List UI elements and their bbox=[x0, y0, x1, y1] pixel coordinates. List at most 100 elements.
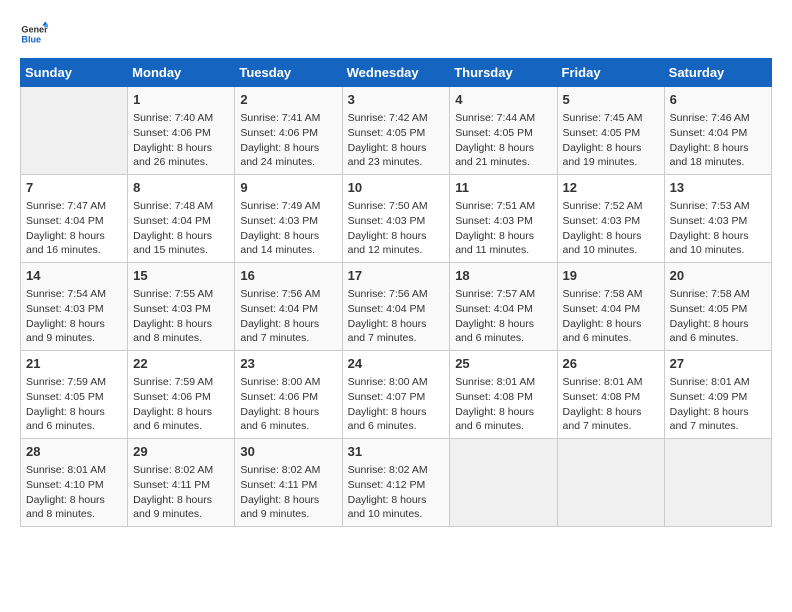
day-info: Sunrise: 8:02 AMSunset: 4:11 PMDaylight:… bbox=[133, 463, 229, 522]
calendar-cell bbox=[557, 439, 664, 527]
day-number: 14 bbox=[26, 267, 122, 285]
day-number: 4 bbox=[455, 91, 551, 109]
day-info: Sunrise: 8:00 AMSunset: 4:06 PMDaylight:… bbox=[240, 375, 336, 434]
calendar-week-row: 1 Sunrise: 7:40 AMSunset: 4:06 PMDaylight… bbox=[21, 87, 772, 175]
day-info: Sunrise: 7:41 AMSunset: 4:06 PMDaylight:… bbox=[240, 111, 336, 170]
day-number: 11 bbox=[455, 179, 551, 197]
weekday-header-thursday: Thursday bbox=[450, 59, 557, 87]
day-info: Sunrise: 7:58 AMSunset: 4:04 PMDaylight:… bbox=[563, 287, 659, 346]
calendar-cell: 23 Sunrise: 8:00 AMSunset: 4:06 PMDayligh… bbox=[235, 351, 342, 439]
day-info: Sunrise: 7:45 AMSunset: 4:05 PMDaylight:… bbox=[563, 111, 659, 170]
calendar-cell: 18 Sunrise: 7:57 AMSunset: 4:04 PMDayligh… bbox=[450, 263, 557, 351]
calendar-cell: 19 Sunrise: 7:58 AMSunset: 4:04 PMDayligh… bbox=[557, 263, 664, 351]
calendar-cell: 1 Sunrise: 7:40 AMSunset: 4:06 PMDaylight… bbox=[128, 87, 235, 175]
weekday-header-tuesday: Tuesday bbox=[235, 59, 342, 87]
day-info: Sunrise: 7:56 AMSunset: 4:04 PMDaylight:… bbox=[348, 287, 445, 346]
day-number: 17 bbox=[348, 267, 445, 285]
day-info: Sunrise: 8:01 AMSunset: 4:09 PMDaylight:… bbox=[670, 375, 766, 434]
calendar-cell bbox=[21, 87, 128, 175]
day-number: 12 bbox=[563, 179, 659, 197]
weekday-header-sunday: Sunday bbox=[21, 59, 128, 87]
calendar-cell: 17 Sunrise: 7:56 AMSunset: 4:04 PMDayligh… bbox=[342, 263, 450, 351]
calendar-cell: 9Sunrise: 7:49 AMSunset: 4:03 PMDaylight… bbox=[235, 175, 342, 263]
calendar-cell bbox=[450, 439, 557, 527]
day-number: 23 bbox=[240, 355, 336, 373]
calendar-cell: 20Sunrise: 7:58 AMSunset: 4:05 PMDayligh… bbox=[664, 263, 771, 351]
day-info: Sunrise: 7:42 AMSunset: 4:05 PMDaylight:… bbox=[348, 111, 445, 170]
day-info: Sunrise: 7:57 AMSunset: 4:04 PMDaylight:… bbox=[455, 287, 551, 346]
weekday-header-wednesday: Wednesday bbox=[342, 59, 450, 87]
day-number: 1 bbox=[133, 91, 229, 109]
day-number: 19 bbox=[563, 267, 659, 285]
day-number: 3 bbox=[348, 91, 445, 109]
day-number: 31 bbox=[348, 443, 445, 461]
day-info: Sunrise: 7:47 AMSunset: 4:04 PMDaylight:… bbox=[26, 199, 122, 258]
day-info: Sunrise: 7:50 AMSunset: 4:03 PMDaylight:… bbox=[348, 199, 445, 258]
day-info: Sunrise: 7:48 AMSunset: 4:04 PMDaylight:… bbox=[133, 199, 229, 258]
calendar-cell: 4Sunrise: 7:44 AMSunset: 4:05 PMDaylight… bbox=[450, 87, 557, 175]
calendar-cell: 2 Sunrise: 7:41 AMSunset: 4:06 PMDaylight… bbox=[235, 87, 342, 175]
day-info: Sunrise: 7:56 AMSunset: 4:04 PMDaylight:… bbox=[240, 287, 336, 346]
calendar-table: SundayMondayTuesdayWednesdayThursdayFrid… bbox=[20, 58, 772, 527]
day-info: Sunrise: 7:55 AMSunset: 4:03 PMDaylight:… bbox=[133, 287, 229, 346]
logo-icon: General Blue bbox=[20, 20, 48, 48]
day-number: 30 bbox=[240, 443, 336, 461]
day-number: 24 bbox=[348, 355, 445, 373]
calendar-cell: 29 Sunrise: 8:02 AMSunset: 4:11 PMDayligh… bbox=[128, 439, 235, 527]
calendar-cell: 25Sunrise: 8:01 AMSunset: 4:08 PMDayligh… bbox=[450, 351, 557, 439]
calendar-cell: 27 Sunrise: 8:01 AMSunset: 4:09 PMDayligh… bbox=[664, 351, 771, 439]
day-number: 5 bbox=[563, 91, 659, 109]
calendar-week-row: 14 Sunrise: 7:54 AMSunset: 4:03 PMDayligh… bbox=[21, 263, 772, 351]
calendar-cell: 6Sunrise: 7:46 AMSunset: 4:04 PMDaylight… bbox=[664, 87, 771, 175]
day-info: Sunrise: 7:54 AMSunset: 4:03 PMDaylight:… bbox=[26, 287, 122, 346]
day-number: 10 bbox=[348, 179, 445, 197]
day-number: 13 bbox=[670, 179, 766, 197]
day-number: 29 bbox=[133, 443, 229, 461]
day-info: Sunrise: 7:59 AMSunset: 4:06 PMDaylight:… bbox=[133, 375, 229, 434]
day-info: Sunrise: 8:02 AMSunset: 4:12 PMDaylight:… bbox=[348, 463, 445, 522]
calendar-cell: 26 Sunrise: 8:01 AMSunset: 4:08 PMDayligh… bbox=[557, 351, 664, 439]
calendar-week-row: 7 Sunrise: 7:47 AMSunset: 4:04 PMDaylight… bbox=[21, 175, 772, 263]
weekday-header-saturday: Saturday bbox=[664, 59, 771, 87]
calendar-cell: 3 Sunrise: 7:42 AMSunset: 4:05 PMDaylight… bbox=[342, 87, 450, 175]
day-info: Sunrise: 7:46 AMSunset: 4:04 PMDaylight:… bbox=[670, 111, 766, 170]
day-number: 2 bbox=[240, 91, 336, 109]
weekday-header-row: SundayMondayTuesdayWednesdayThursdayFrid… bbox=[21, 59, 772, 87]
calendar-cell: 5 Sunrise: 7:45 AMSunset: 4:05 PMDaylight… bbox=[557, 87, 664, 175]
svg-text:General: General bbox=[21, 25, 48, 35]
calendar-cell: 10 Sunrise: 7:50 AMSunset: 4:03 PMDayligh… bbox=[342, 175, 450, 263]
day-number: 16 bbox=[240, 267, 336, 285]
day-number: 20 bbox=[670, 267, 766, 285]
calendar-cell: 13 Sunrise: 7:53 AMSunset: 4:03 PMDayligh… bbox=[664, 175, 771, 263]
calendar-cell: 21Sunrise: 7:59 AMSunset: 4:05 PMDayligh… bbox=[21, 351, 128, 439]
day-number: 27 bbox=[670, 355, 766, 373]
day-number: 18 bbox=[455, 267, 551, 285]
svg-text:Blue: Blue bbox=[21, 34, 41, 44]
day-info: Sunrise: 7:53 AMSunset: 4:03 PMDaylight:… bbox=[670, 199, 766, 258]
calendar-cell: 11 Sunrise: 7:51 AMSunset: 4:03 PMDayligh… bbox=[450, 175, 557, 263]
day-info: Sunrise: 7:59 AMSunset: 4:05 PMDaylight:… bbox=[26, 375, 122, 434]
calendar-cell bbox=[664, 439, 771, 527]
logo: General Blue bbox=[20, 20, 52, 48]
calendar-cell: 28Sunrise: 8:01 AMSunset: 4:10 PMDayligh… bbox=[21, 439, 128, 527]
calendar-cell: 30Sunrise: 8:02 AMSunset: 4:11 PMDayligh… bbox=[235, 439, 342, 527]
calendar-cell: 7 Sunrise: 7:47 AMSunset: 4:04 PMDaylight… bbox=[21, 175, 128, 263]
calendar-cell: 15 Sunrise: 7:55 AMSunset: 4:03 PMDayligh… bbox=[128, 263, 235, 351]
calendar-cell: 31 Sunrise: 8:02 AMSunset: 4:12 PMDayligh… bbox=[342, 439, 450, 527]
calendar-week-row: 28Sunrise: 8:01 AMSunset: 4:10 PMDayligh… bbox=[21, 439, 772, 527]
day-info: Sunrise: 7:52 AMSunset: 4:03 PMDaylight:… bbox=[563, 199, 659, 258]
day-number: 7 bbox=[26, 179, 122, 197]
day-number: 15 bbox=[133, 267, 229, 285]
day-info: Sunrise: 8:00 AMSunset: 4:07 PMDaylight:… bbox=[348, 375, 445, 434]
calendar-cell: 8 Sunrise: 7:48 AMSunset: 4:04 PMDaylight… bbox=[128, 175, 235, 263]
calendar-cell: 14 Sunrise: 7:54 AMSunset: 4:03 PMDayligh… bbox=[21, 263, 128, 351]
day-number: 26 bbox=[563, 355, 659, 373]
calendar-cell: 24 Sunrise: 8:00 AMSunset: 4:07 PMDayligh… bbox=[342, 351, 450, 439]
day-number: 8 bbox=[133, 179, 229, 197]
day-number: 22 bbox=[133, 355, 229, 373]
day-info: Sunrise: 7:51 AMSunset: 4:03 PMDaylight:… bbox=[455, 199, 551, 258]
day-info: Sunrise: 8:01 AMSunset: 4:08 PMDaylight:… bbox=[563, 375, 659, 434]
day-info: Sunrise: 7:40 AMSunset: 4:06 PMDaylight:… bbox=[133, 111, 229, 170]
weekday-header-friday: Friday bbox=[557, 59, 664, 87]
calendar-week-row: 21Sunrise: 7:59 AMSunset: 4:05 PMDayligh… bbox=[21, 351, 772, 439]
